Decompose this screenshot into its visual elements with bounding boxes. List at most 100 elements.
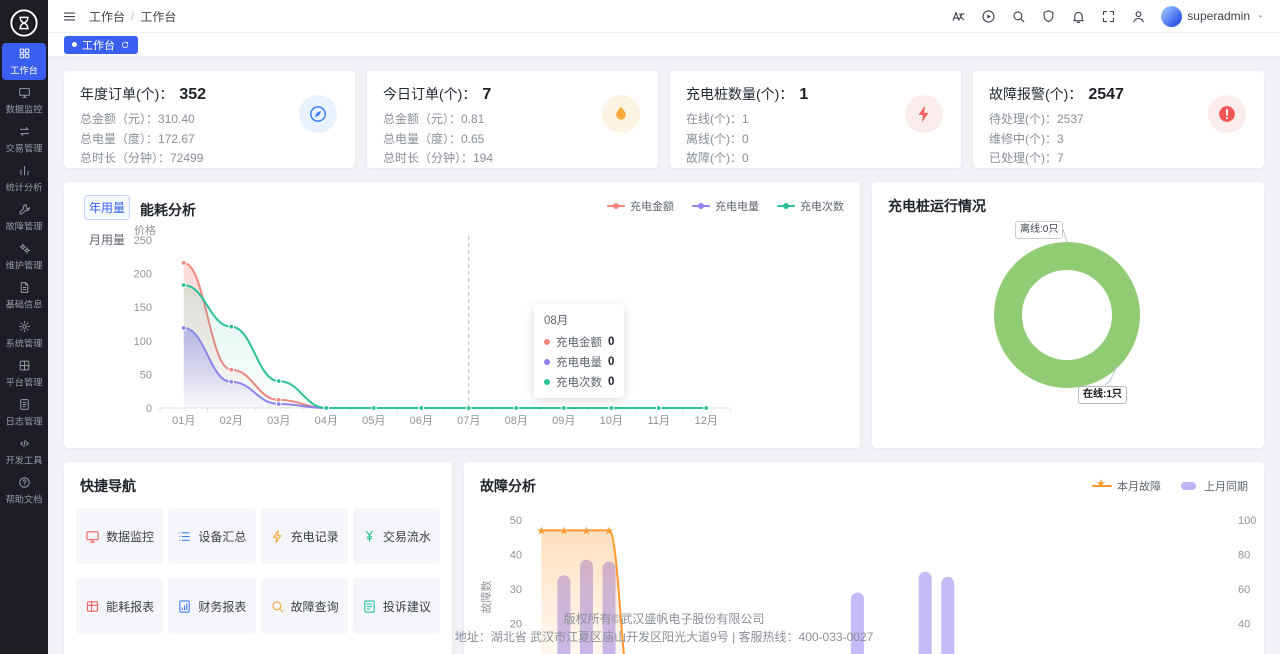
sidebar-item-platform[interactable]: 平台管理 <box>2 355 46 392</box>
yen-icon <box>362 529 377 544</box>
breadcrumb-separator: / <box>131 9 134 23</box>
sidebar-item-maintenance[interactable]: 维护管理 <box>2 238 46 275</box>
svg-text:01月: 01月 <box>172 415 195 427</box>
stat-value: 2547 <box>1088 86 1124 104</box>
sidebar-item-system[interactable]: 系统管理 <box>2 316 46 353</box>
fault-chart-canvas[interactable]: 01020304050020406080100故障数故障数★★★★★★★★★★★… <box>464 492 1264 654</box>
chart-tooltip: 08月 充电金额0充电电量0充电次数0 <box>534 304 624 398</box>
quicknav-energy-report[interactable]: 能耗报表 <box>76 578 163 634</box>
tooltip-rows: 充电金额0充电电量0充电次数0 <box>544 334 614 390</box>
sidebar-item-label: 交易管理 <box>6 141 43 155</box>
fault-legend: ★本月故障 上月同期 <box>1092 478 1248 494</box>
breadcrumb-item[interactable]: 工作台 <box>89 8 125 25</box>
legend-item[interactable]: 充电次数 <box>777 198 844 214</box>
trade-icon <box>18 125 31 138</box>
sidebar-item-logs[interactable]: 日志管理 <box>2 394 46 431</box>
svg-text:07月: 07月 <box>457 415 480 427</box>
sidebar-item-fault[interactable]: 故障管理 <box>2 199 46 236</box>
stat-sub-row: 故障(个)：0 <box>686 149 945 169</box>
breadcrumb: 工作台 / 工作台 <box>89 8 176 25</box>
quicknav-fault-query[interactable]: 故障查询 <box>261 578 348 634</box>
app-logo[interactable] <box>9 8 39 38</box>
svg-text:30: 30 <box>510 584 522 596</box>
doc-icon <box>18 281 31 294</box>
user-menu[interactable]: superadmin <box>1161 6 1266 27</box>
fullscreen-icon[interactable] <box>1101 9 1116 24</box>
svg-text:★: ★ <box>604 525 614 537</box>
refresh-icon[interactable] <box>120 40 130 50</box>
sidebar-item-label: 帮助文档 <box>6 492 43 506</box>
quicknav-transactions[interactable]: 交易流水 <box>353 508 440 564</box>
svg-text:02月: 02月 <box>220 415 243 427</box>
code-icon <box>18 437 31 450</box>
search-icon[interactable] <box>1011 9 1026 24</box>
stat-value: 7 <box>482 86 491 104</box>
stat-card-pile-count: 充电桩数量(个)：1在线(个)：1离线(个)：0故障(个)：0 <box>670 71 961 168</box>
sidebar-item-label: 平台管理 <box>6 375 43 389</box>
list-icon <box>177 529 192 544</box>
legend-item[interactable]: 充电电量 <box>692 198 759 214</box>
menu-toggle-icon[interactable] <box>62 9 77 24</box>
user-icon[interactable] <box>1131 9 1146 24</box>
tab-workbench[interactable]: 工作台 <box>64 36 138 54</box>
quicknav-complaints[interactable]: 投诉建议 <box>353 578 440 634</box>
pile-card: 充电桩运行情况 离线:0只 在线:1只 <box>872 182 1264 448</box>
quicknav-label: 能耗报表 <box>106 598 154 615</box>
chart-row: 年用量月用量 能耗分析 充电金额充电电量充电次数 价格0501001502002… <box>64 182 1264 448</box>
quicknav-device-summary[interactable]: 设备汇总 <box>168 508 255 564</box>
sidebar-item-devtools[interactable]: 开发工具 <box>2 433 46 470</box>
tooltip-row: 充电电量0 <box>544 354 614 370</box>
energy-card-title: 能耗分析 <box>140 200 196 220</box>
monitor-icon <box>18 86 31 99</box>
sidebar-item-help[interactable]: 帮助文档 <box>2 472 46 509</box>
svg-text:05月: 05月 <box>362 415 385 427</box>
quicknav-label: 投诉建议 <box>383 598 431 615</box>
stat-card-title: 故障报警(个)：2547 <box>989 84 1248 104</box>
bell-icon[interactable] <box>1071 9 1086 24</box>
svg-text:03月: 03月 <box>267 415 290 427</box>
svg-text:40: 40 <box>1238 619 1250 631</box>
avatar <box>1161 6 1182 27</box>
quicknav-label: 财务报表 <box>198 598 246 615</box>
svg-text:10月: 10月 <box>600 415 623 427</box>
legend-item[interactable]: ★本月故障 <box>1092 478 1161 494</box>
stat-card-title: 今日订单(个)：7 <box>383 84 642 104</box>
gear-icon <box>18 320 31 333</box>
locale-icon[interactable] <box>951 9 966 24</box>
legend-item[interactable]: 上月同期 <box>1179 478 1248 494</box>
svg-text:80: 80 <box>1238 550 1250 562</box>
energy-tab-month[interactable]: 月用量 <box>84 227 130 252</box>
stat-card-today-orders: 今日订单(个)：7总金额（元）：0.81总电量（度）：0.65总时长（分钟）：1… <box>367 71 658 168</box>
shield-icon[interactable] <box>1041 9 1056 24</box>
stat-sub-row: 总电量（度）：172.67 <box>80 130 339 150</box>
sidebar-item-workbench[interactable]: 工作台 <box>2 43 46 80</box>
legend-marker <box>692 202 710 210</box>
header-icons <box>951 9 1146 24</box>
stat-value: 1 <box>799 86 808 104</box>
legend-marker: ★ <box>1092 480 1112 492</box>
content: 年度订单(个)：352总金额（元）：310.40总电量（度）：172.67总时长… <box>48 57 1280 654</box>
report-icon <box>177 599 192 614</box>
quicknav-finance-report[interactable]: 财务报表 <box>168 578 255 634</box>
stat-cards: 年度订单(个)：352总金额（元）：310.40总电量（度）：172.67总时长… <box>64 71 1264 168</box>
sidebar-item-base-info[interactable]: 基础信息 <box>2 277 46 314</box>
pile-chart-canvas[interactable] <box>872 182 1264 448</box>
grid-icon <box>18 359 31 372</box>
guide-icon[interactable] <box>981 9 996 24</box>
quicknav-charge-records[interactable]: 充电记录 <box>261 508 348 564</box>
sidebar-item-trade[interactable]: 交易管理 <box>2 121 46 158</box>
legend-item[interactable]: 充电金额 <box>607 198 674 214</box>
quicknav-data-monitor[interactable]: 数据监控 <box>76 508 163 564</box>
stat-value: 352 <box>179 86 206 104</box>
stat-sub-row: 总电量（度）：0.65 <box>383 130 642 150</box>
energy-tab-year[interactable]: 年用量 <box>84 195 130 220</box>
legend-marker <box>777 202 795 210</box>
sidebar-item-stats[interactable]: 统计分析 <box>2 160 46 197</box>
energy-chart-canvas[interactable]: 价格05010015020025001月02月03月04月05月06月07月08… <box>80 222 840 434</box>
quicknav-title: 快捷导航 <box>80 476 440 496</box>
alert-icon <box>1208 95 1246 133</box>
svg-text:50: 50 <box>140 369 152 381</box>
sidebar-item-data-monitor[interactable]: 数据监控 <box>2 82 46 119</box>
fault-card: 故障分析 ★本月故障上月同期 01020304050020406080100故障… <box>464 462 1264 654</box>
tab-label: 工作台 <box>82 37 115 53</box>
